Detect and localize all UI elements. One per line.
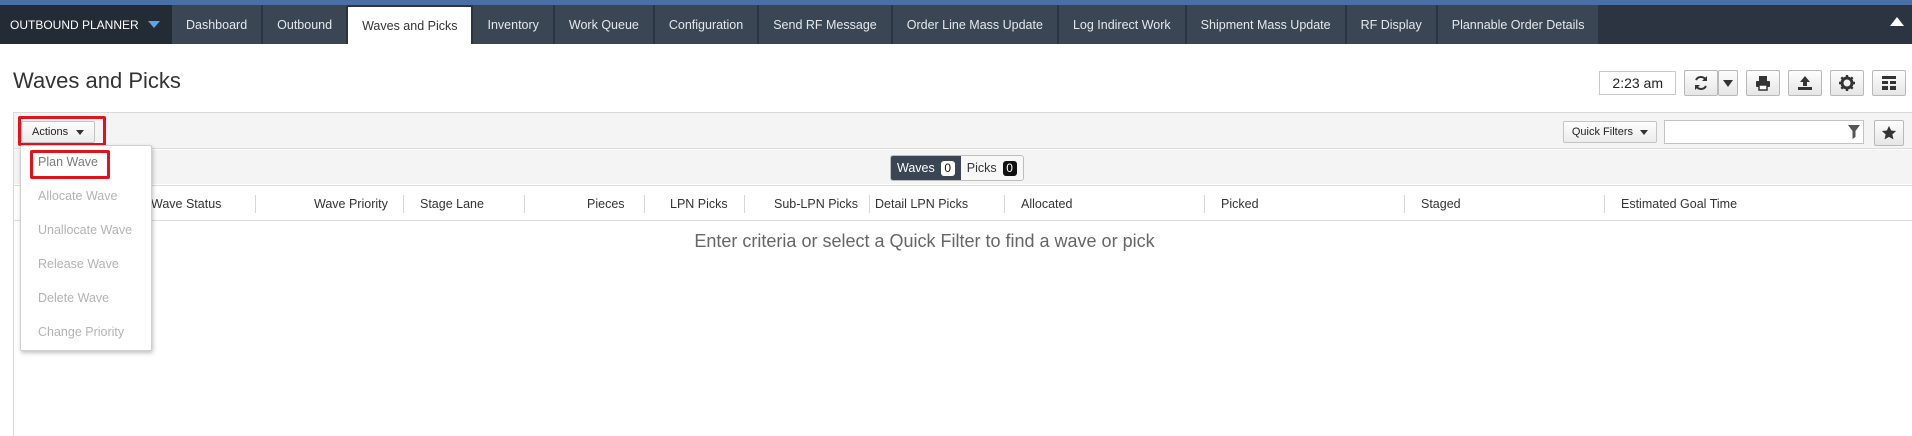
tab-dashboard[interactable]: Dashboard [172,5,264,44]
column-divider [1404,195,1405,213]
tab-label: Log Indirect Work [1072,17,1171,32]
favorite-button[interactable] [1874,120,1904,146]
grid-header: Wave Status Wave Priority Stage Lane Pie… [14,185,1912,221]
print-icon [1756,76,1770,91]
tab-order-line-mass-update[interactable]: Order Line Mass Update [892,5,1059,44]
tab-label: RF Display [1360,17,1422,32]
print-button[interactable] [1746,70,1780,96]
column-divider [644,195,645,213]
column-header-estimated-goal-time[interactable]: Estimated Goal Time [1621,186,1737,221]
column-header-stage-lane[interactable]: Stage Lane [420,186,484,221]
column-header-wave-status[interactable]: Wave Status [151,186,221,221]
menu-item-release-wave[interactable]: Release Wave [38,257,119,271]
layout-icon [1882,76,1896,90]
clock-display: 2:23 am [1599,71,1676,95]
expand-up-icon[interactable] [1890,17,1904,26]
chevron-down-icon [1640,129,1648,135]
tab-label: Plannable Order Details [1451,17,1585,32]
refresh-group [1684,70,1738,96]
chevron-down-icon [148,21,160,28]
waves-toggle[interactable]: Waves 0 [891,156,961,180]
column-divider [524,195,525,213]
column-header-picked[interactable]: Picked [1221,186,1259,221]
tab-label: Work Queue [568,17,639,32]
picks-toggle[interactable]: Picks 0 [960,156,1023,180]
quick-filters-button[interactable]: Quick Filters [1562,121,1657,143]
column-divider [744,195,745,213]
column-header-allocated[interactable]: Allocated [1021,186,1072,221]
settings-button[interactable] [1830,70,1864,96]
menu-item-delete-wave[interactable]: Delete Wave [38,291,109,305]
empty-state-message: Enter criteria or select a Quick Filter … [694,231,1155,251]
tab-label: Configuration [668,17,744,32]
tab-configuration[interactable]: Configuration [654,5,760,44]
star-icon [1881,125,1897,140]
column-divider [1604,195,1605,213]
menu-item-change-priority[interactable]: Change Priority [38,325,124,339]
panel-toolbar: Actions Quick Filters [14,113,1912,149]
header-tools: 2:23 am [1599,70,1906,96]
column-header-staged[interactable]: Staged [1421,186,1461,221]
column-divider [869,195,870,213]
chevron-down-icon [1723,79,1733,87]
top-nav: OUTBOUND PLANNER Dashboard Outbound Wave… [0,5,1912,44]
tab-label: Shipment Mass Update [1200,17,1331,32]
tab-outbound[interactable]: Outbound [263,5,349,44]
tab-label: Dashboard [186,17,248,32]
tab-label: Order Line Mass Update [906,17,1043,32]
column-header-detail-lpn-picks[interactable]: Detail LPN Picks [875,186,968,221]
column-header-pieces[interactable]: Pieces [587,186,625,221]
column-divider [403,195,404,213]
gear-icon [1839,75,1855,91]
tab-shipment-mass-update[interactable]: Shipment Mass Update [1186,5,1347,44]
refresh-options-button[interactable] [1718,70,1738,96]
column-header-wave-priority[interactable]: Wave Priority [314,186,388,221]
tab-work-queue[interactable]: Work Queue [554,5,655,44]
column-header-lpn-picks[interactable]: LPN Picks [670,186,728,221]
column-divider [255,195,256,213]
picks-toggle-label: Picks [966,161,997,175]
tab-inventory[interactable]: Inventory [473,5,555,44]
column-divider [1004,195,1005,213]
app-title-menu[interactable]: OUTBOUND PLANNER [0,5,172,44]
upload-icon [1798,76,1812,90]
plan-wave-highlight-box [30,150,110,179]
tab-log-indirect-work[interactable]: Log Indirect Work [1058,5,1187,44]
refresh-icon [1695,76,1707,90]
picks-count-badge: 0 [1002,160,1017,176]
filter-icon[interactable] [1848,125,1860,139]
menu-item-unallocate-wave[interactable]: Unallocate Wave [38,223,132,237]
view-toggle-bar: Waves 0 Picks 0 [14,150,1912,184]
tab-label: Inventory [487,17,539,32]
waves-picks-toggle: Waves 0 Picks 0 [890,155,1024,181]
tab-send-rf-message[interactable]: Send RF Message [759,5,893,44]
tab-rf-display[interactable]: RF Display [1346,5,1438,44]
waves-panel: Actions Quick Filters Waves 0 Picks 0 Wa… [13,112,1912,436]
tab-waves-and-picks[interactable]: Waves and Picks [348,7,474,44]
export-button[interactable] [1788,70,1822,96]
tab-label: Waves and Picks [362,18,458,33]
waves-toggle-label: Waves [897,161,935,175]
menu-item-allocate-wave[interactable]: Allocate Wave [38,189,117,203]
refresh-button[interactable] [1684,70,1718,96]
actions-highlight-box [18,116,106,146]
tab-label: Send RF Message [773,17,877,32]
column-header-sub-lpn-picks[interactable]: Sub-LPN Picks [774,186,858,221]
quick-filters-label: Quick Filters [1571,126,1633,138]
page-title: Waves and Picks [13,68,181,93]
tab-plannable-order-details[interactable]: Plannable Order Details [1437,5,1601,44]
layout-button[interactable] [1872,70,1906,96]
waves-count-badge: 0 [940,160,955,176]
filter-input[interactable] [1664,120,1864,144]
tab-label: Outbound [277,17,333,32]
column-divider [1204,195,1205,213]
app-title: OUTBOUND PLANNER [10,17,139,32]
